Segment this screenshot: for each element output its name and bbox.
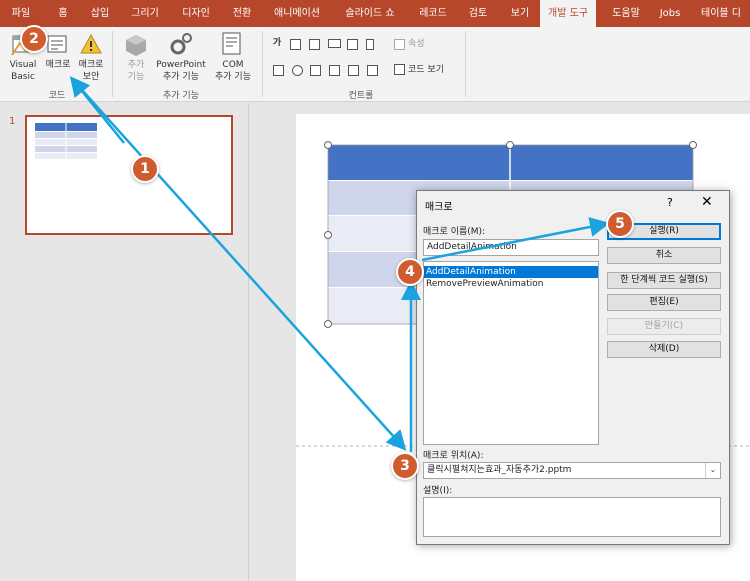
- macro-dialog: 매크로 ? ✕ 매크로 이름(M): AddDetailAnimation Ad…: [416, 190, 730, 545]
- tab-record[interactable]: 레코드: [410, 0, 456, 27]
- com-addins-button-line1[interactable]: COM: [210, 60, 256, 71]
- visual-basic-button-line2[interactable]: Basic: [4, 72, 42, 83]
- ribbon-separator: [465, 31, 466, 97]
- macro-name-label: 매크로 이름(M):: [423, 227, 486, 237]
- addins-button-line1[interactable]: 추가: [120, 60, 152, 71]
- tab-slideshow[interactable]: 슬라이드 쇼: [332, 0, 408, 27]
- step-marker: 1: [131, 155, 159, 183]
- ribbon-separator: [262, 31, 263, 97]
- tab-developer[interactable]: 개발 도구: [540, 0, 596, 29]
- cancel-button[interactable]: 취소: [607, 247, 721, 264]
- tab-help[interactable]: 도움말: [604, 0, 648, 27]
- step-marker: 2: [20, 25, 48, 53]
- tab-review[interactable]: 검토: [458, 0, 498, 27]
- close-icon[interactable]: ✕: [701, 194, 713, 210]
- powerpoint-addins-gear-icon[interactable]: [168, 31, 194, 57]
- macro-security-button-line1[interactable]: 매크로: [76, 60, 106, 71]
- create-button: 만들기(C): [607, 318, 721, 335]
- checkbox-control-icon[interactable]: [273, 65, 284, 76]
- view-code-icon[interactable]: [394, 64, 405, 75]
- selection-handle[interactable]: [689, 141, 697, 149]
- description-label: 설명(I):: [423, 486, 453, 496]
- macro-security-warning-icon[interactable]: [80, 33, 102, 55]
- step-into-button[interactable]: 한 단계씩 코드 실행(S): [607, 272, 721, 289]
- scrollbar-control-icon[interactable]: [366, 39, 374, 50]
- macro-name-input[interactable]: AddDetailAnimation: [423, 239, 599, 256]
- properties-icon[interactable]: [394, 39, 405, 50]
- tab-animations[interactable]: 애니메이션: [266, 0, 328, 27]
- description-field[interactable]: [423, 497, 721, 537]
- powerpoint-addins-button-line2[interactable]: 추가 기능: [154, 72, 208, 83]
- slide-thumbnail-pane: 1: [0, 103, 249, 581]
- combobox-control-icon[interactable]: [329, 65, 340, 76]
- macro-list-item[interactable]: RemovePreviewAnimation: [424, 278, 598, 290]
- ribbon-tab-bar: 파일 홈 삽입 그리기 디자인 전환 애니메이션 슬라이드 쇼 레코드 검토 보…: [0, 0, 750, 29]
- step-marker: 4: [396, 258, 424, 286]
- tab-table-design[interactable]: 테이블 디: [692, 0, 750, 27]
- macro-in-select[interactable]: 클릭시펼쳐지는효과_자동추가2.pptm ⌄: [423, 462, 721, 479]
- view-code-button[interactable]: 코드 보기: [408, 65, 444, 76]
- toggle-button-control-icon[interactable]: [348, 65, 359, 76]
- help-button[interactable]: ?: [667, 196, 673, 209]
- tab-file[interactable]: 파일: [2, 0, 40, 27]
- textbox-control-icon[interactable]: [290, 39, 301, 50]
- tab-jobs[interactable]: Jobs: [650, 0, 690, 27]
- image-control-icon[interactable]: [347, 39, 358, 50]
- selection-handle[interactable]: [506, 141, 514, 149]
- dialog-title: 매크로: [425, 202, 453, 213]
- more-controls-icon[interactable]: [367, 65, 378, 76]
- macro-security-button-line2[interactable]: 보안: [76, 72, 106, 83]
- tab-draw[interactable]: 그리기: [122, 0, 168, 27]
- macro-button[interactable]: 매크로: [42, 60, 74, 71]
- powerpoint-addins-button-line1[interactable]: PowerPoint: [154, 60, 208, 71]
- tab-design[interactable]: 디자인: [172, 0, 220, 27]
- tab-home[interactable]: 홈: [46, 0, 80, 27]
- tab-view[interactable]: 보기: [500, 0, 540, 27]
- addins-icon[interactable]: [124, 33, 148, 57]
- macro-icon[interactable]: [46, 33, 70, 57]
- addins-button-line2[interactable]: 기능: [120, 72, 152, 83]
- tab-transitions[interactable]: 전환: [222, 0, 262, 27]
- macro-in-label: 매크로 위치(A):: [423, 451, 484, 461]
- spin-button-control-icon[interactable]: [309, 39, 320, 50]
- listbox-control-icon[interactable]: [310, 65, 321, 76]
- edit-button[interactable]: 편집(E): [607, 294, 721, 311]
- slide-thumbnail-table: [35, 123, 97, 159]
- macro-list-item[interactable]: AddDetailAnimation: [424, 266, 598, 278]
- command-button-control-icon[interactable]: [328, 39, 341, 48]
- selection-handle[interactable]: [324, 231, 332, 239]
- delete-button[interactable]: 삭제(D): [607, 341, 721, 358]
- group-label-addins: 추가 기능: [163, 91, 199, 101]
- slide-number: 1: [9, 116, 16, 127]
- macro-in-value: 클릭시펼쳐지는효과_자동추가2.pptm: [427, 465, 572, 475]
- slide-thumbnail[interactable]: [25, 115, 233, 235]
- step-marker: 5: [606, 210, 634, 238]
- group-label-code: 코드: [48, 91, 66, 101]
- properties-button[interactable]: 속성: [408, 39, 425, 50]
- com-addins-icon[interactable]: [220, 31, 244, 57]
- group-label-controls: 컨트롤: [348, 91, 374, 101]
- macro-list[interactable]: AddDetailAnimation RemovePreviewAnimatio…: [423, 261, 599, 445]
- visual-basic-button-line1[interactable]: Visual: [4, 60, 42, 71]
- label-control-button[interactable]: 가: [271, 38, 283, 49]
- option-button-control-icon[interactable]: [292, 65, 303, 76]
- ribbon-separator: [112, 31, 113, 97]
- tab-insert[interactable]: 삽입: [82, 0, 118, 27]
- selection-handle[interactable]: [324, 320, 332, 328]
- com-addins-button-line2[interactable]: 추가 기능: [210, 72, 256, 83]
- step-marker: 3: [391, 452, 419, 480]
- chevron-down-icon[interactable]: ⌄: [705, 463, 720, 478]
- ribbon: Visual Basic 매크로 매크로 보안 코드 추가 기능 PowerPo…: [0, 27, 750, 102]
- selection-handle[interactable]: [324, 141, 332, 149]
